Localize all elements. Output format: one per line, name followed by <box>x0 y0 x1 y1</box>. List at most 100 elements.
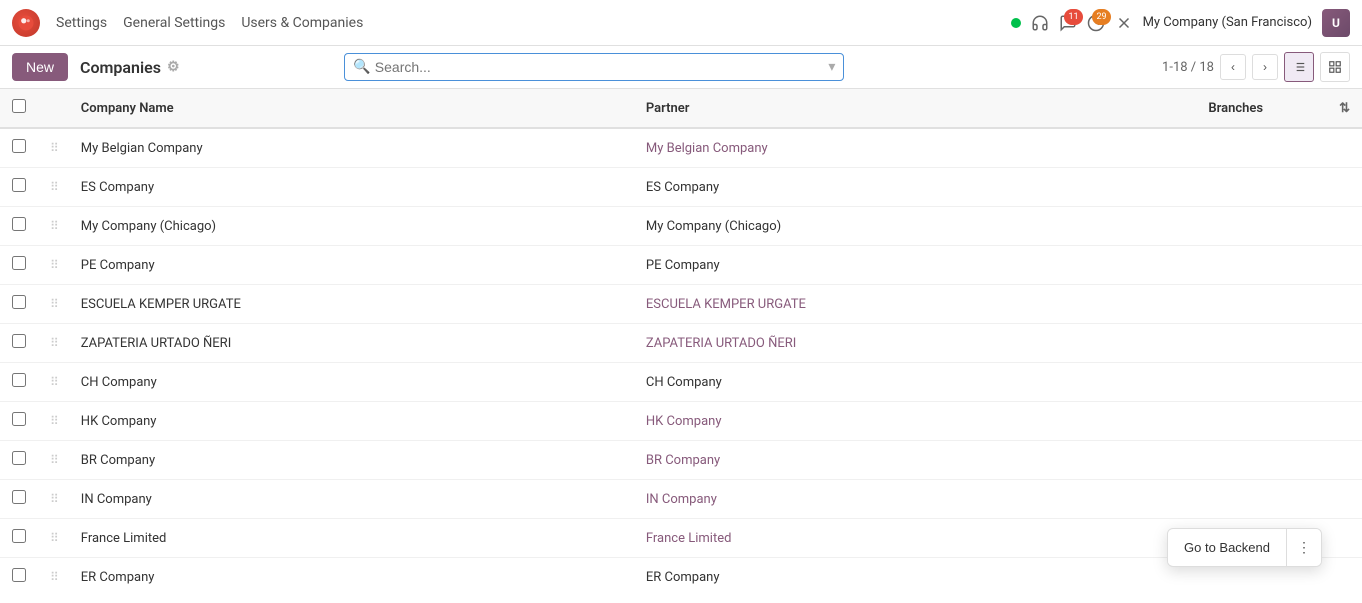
tools-icon[interactable] <box>1115 14 1133 32</box>
table-row[interactable]: ⠿ France Limited France Limited <box>0 519 1362 558</box>
row-checkbox-cell[interactable] <box>0 285 38 324</box>
settings-gear-icon[interactable]: ⚙ <box>167 59 180 75</box>
row-checkbox[interactable] <box>12 529 26 543</box>
partner-value[interactable]: BR Company <box>646 453 720 468</box>
row-checkbox[interactable] <box>12 412 26 426</box>
nav-company-name[interactable]: My Company (San Francisco) <box>1143 15 1312 30</box>
nav-users-companies[interactable]: Users & Companies <box>241 15 363 31</box>
row-checkbox-cell[interactable] <box>0 207 38 246</box>
partner-value[interactable]: ESCUELA KEMPER URGATE <box>646 297 806 312</box>
row-checkbox-cell[interactable] <box>0 246 38 285</box>
next-page-button[interactable]: › <box>1252 54 1278 80</box>
company-name-value[interactable]: My Company (Chicago) <box>81 219 216 234</box>
table-row[interactable]: ⠿ My Belgian Company My Belgian Company <box>0 128 1362 168</box>
drag-handle-cell[interactable]: ⠿ <box>38 402 69 441</box>
new-button[interactable]: New <box>12 53 68 81</box>
row-checkbox-cell[interactable] <box>0 441 38 480</box>
kanban-view-button[interactable] <box>1320 52 1350 82</box>
table-row[interactable]: ⠿ My Company (Chicago) My Company (Chica… <box>0 207 1362 246</box>
company-name-value[interactable]: HK Company <box>81 414 157 429</box>
nav-settings[interactable]: Settings <box>56 15 107 31</box>
row-checkbox[interactable] <box>12 451 26 465</box>
table-row[interactable]: ⠿ ES Company ES Company <box>0 168 1362 207</box>
company-name-value[interactable]: France Limited <box>81 531 167 546</box>
company-name-value[interactable]: ZAPATERIA URTADO ÑERI <box>81 336 231 351</box>
search-input[interactable] <box>371 54 825 80</box>
drag-handle-icon[interactable]: ⠿ <box>50 414 57 428</box>
table-row[interactable]: ⠿ IN Company IN Company <box>0 480 1362 519</box>
row-checkbox[interactable] <box>12 178 26 192</box>
drag-handle-icon[interactable]: ⠿ <box>50 219 57 233</box>
partner-value[interactable]: France Limited <box>646 531 732 546</box>
row-checkbox[interactable] <box>12 295 26 309</box>
drag-handle-cell[interactable]: ⠿ <box>38 519 69 558</box>
drag-handle-icon[interactable]: ⠿ <box>50 297 57 311</box>
nav-logo[interactable] <box>12 9 40 37</box>
row-checkbox[interactable] <box>12 373 26 387</box>
goto-backend-more-button[interactable]: ⋮ <box>1286 529 1321 566</box>
drag-handle-cell[interactable]: ⠿ <box>38 168 69 207</box>
row-checkbox-cell[interactable] <box>0 363 38 402</box>
company-name-value[interactable]: ES Company <box>81 180 154 195</box>
row-checkbox-cell[interactable] <box>0 128 38 168</box>
drag-handle-cell[interactable]: ⠿ <box>38 207 69 246</box>
drag-handle-cell[interactable]: ⠿ <box>38 246 69 285</box>
partner-value[interactable]: HK Company <box>646 414 722 429</box>
activity-icon[interactable]: 29 <box>1087 14 1105 32</box>
row-checkbox[interactable] <box>12 217 26 231</box>
headset-icon[interactable] <box>1031 14 1049 32</box>
column-filter-icon[interactable]: ⇅ <box>1339 101 1350 116</box>
company-name-value[interactable]: BR Company <box>81 453 155 468</box>
drag-handle-icon[interactable]: ⠿ <box>50 180 57 194</box>
drag-handle-icon[interactable]: ⠿ <box>50 570 57 584</box>
company-name-value[interactable]: CH Company <box>81 375 157 390</box>
table-row[interactable]: ⠿ BR Company BR Company <box>0 441 1362 480</box>
company-name-value[interactable]: My Belgian Company <box>81 141 203 156</box>
branches-header[interactable]: Branches <box>1196 89 1327 128</box>
drag-handle-cell[interactable]: ⠿ <box>38 128 69 168</box>
row-checkbox-cell[interactable] <box>0 558 38 593</box>
row-checkbox[interactable] <box>12 334 26 348</box>
select-all-checkbox[interactable] <box>12 99 26 113</box>
row-checkbox-cell[interactable] <box>0 519 38 558</box>
drag-handle-cell[interactable]: ⠿ <box>38 441 69 480</box>
drag-handle-icon[interactable]: ⠿ <box>50 375 57 389</box>
partner-value[interactable]: IN Company <box>646 492 717 507</box>
drag-handle-icon[interactable]: ⠿ <box>50 141 57 155</box>
partner-header[interactable]: Partner <box>634 89 1197 128</box>
nav-general-settings[interactable]: General Settings <box>123 15 225 31</box>
row-checkbox-cell[interactable] <box>0 402 38 441</box>
search-dropdown-arrow[interactable]: ▾ <box>828 59 835 75</box>
row-checkbox[interactable] <box>12 490 26 504</box>
list-view-button[interactable] <box>1284 52 1314 82</box>
company-name-value[interactable]: PE Company <box>81 258 155 273</box>
table-row[interactable]: ⠿ ZAPATERIA URTADO ÑERI ZAPATERIA URTADO… <box>0 324 1362 363</box>
drag-handle-cell[interactable]: ⠿ <box>38 363 69 402</box>
table-row[interactable]: ⠿ ESCUELA KEMPER URGATE ESCUELA KEMPER U… <box>0 285 1362 324</box>
table-row[interactable]: ⠿ HK Company HK Company <box>0 402 1362 441</box>
goto-backend-button[interactable]: Go to Backend <box>1168 530 1286 565</box>
drag-handle-icon[interactable]: ⠿ <box>50 336 57 350</box>
user-avatar[interactable]: U <box>1322 9 1350 37</box>
row-checkbox-cell[interactable] <box>0 480 38 519</box>
partner-value[interactable]: ZAPATERIA URTADO ÑERI <box>646 336 796 351</box>
table-row[interactable]: ⠿ PE Company PE Company <box>0 246 1362 285</box>
drag-handle-icon[interactable]: ⠿ <box>50 258 57 272</box>
row-checkbox[interactable] <box>12 568 26 582</box>
table-row[interactable]: ⠿ CH Company CH Company <box>0 363 1362 402</box>
row-checkbox-cell[interactable] <box>0 168 38 207</box>
drag-handle-cell[interactable]: ⠿ <box>38 558 69 593</box>
partner-value[interactable]: My Belgian Company <box>646 141 768 156</box>
company-name-header[interactable]: Company Name <box>69 89 634 128</box>
table-row[interactable]: ⠿ ER Company ER Company <box>0 558 1362 593</box>
filter-icon-header[interactable]: ⇅ <box>1327 89 1362 128</box>
drag-handle-cell[interactable]: ⠿ <box>38 324 69 363</box>
company-name-value[interactable]: ESCUELA KEMPER URGATE <box>81 297 241 312</box>
row-checkbox-cell[interactable] <box>0 324 38 363</box>
chat-icon[interactable]: 11 <box>1059 14 1077 32</box>
drag-handle-icon[interactable]: ⠿ <box>50 531 57 545</box>
drag-handle-icon[interactable]: ⠿ <box>50 492 57 506</box>
row-checkbox[interactable] <box>12 256 26 270</box>
drag-handle-cell[interactable]: ⠿ <box>38 285 69 324</box>
company-name-value[interactable]: ER Company <box>81 570 155 585</box>
